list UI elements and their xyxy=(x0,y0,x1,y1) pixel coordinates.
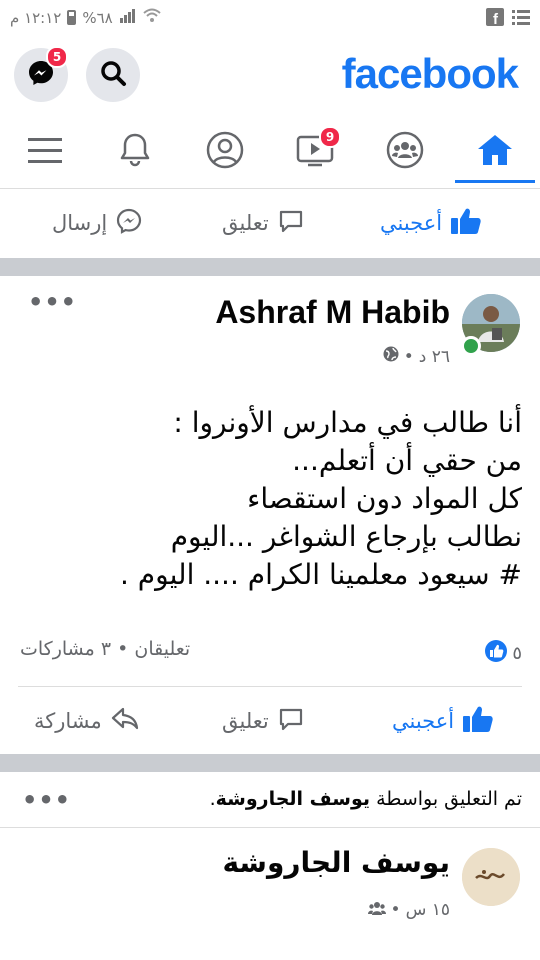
profile-icon xyxy=(206,131,244,173)
comment-icon xyxy=(277,705,305,738)
post-line: # سيعود معلمينا الكرام .... اليوم . xyxy=(119,558,522,591)
share-button[interactable]: مشاركة xyxy=(34,686,140,756)
comment-button[interactable]: تعليق xyxy=(222,188,305,258)
bell-icon xyxy=(118,132,152,172)
search-button[interactable] xyxy=(86,48,140,102)
messenger-badge: 5 xyxy=(46,46,68,68)
battery-icon xyxy=(67,10,77,25)
facebook-app-icon: f xyxy=(486,8,504,30)
online-indicator xyxy=(461,336,481,356)
post-options-icon[interactable]: ••• xyxy=(22,786,71,814)
tab-menu[interactable] xyxy=(20,130,70,174)
comment-button[interactable]: تعليق xyxy=(222,686,305,756)
previous-post-actions: إرسال تعليق أعجبني xyxy=(0,188,540,258)
status-right: f xyxy=(486,8,530,30)
reaction-summary[interactable]: ٥ xyxy=(485,640,522,667)
like-button[interactable]: أعجبني xyxy=(392,686,494,756)
post-options-icon[interactable]: ••• xyxy=(28,288,77,316)
post-separator xyxy=(0,258,540,276)
nav-tabs: 9 xyxy=(0,118,540,189)
post-card: ••• Ashraf M Habib ٢٦ د • أنا طالب في مد… xyxy=(0,276,540,754)
active-tab-indicator xyxy=(455,180,535,183)
context-name[interactable]: يوسف الجاروشة xyxy=(216,788,370,810)
like-label: أعجبني xyxy=(380,211,443,235)
post-body: أنا طالب في مدارس الأونروا : من حقي أن أ… xyxy=(120,404,522,594)
comment-label: تعليق xyxy=(222,709,269,733)
next-post-card: ••• تم التعليق بواسطة يوسف الجاروشة. يوس… xyxy=(0,772,540,960)
post-time[interactable]: ٢٦ د xyxy=(419,347,450,367)
post-time[interactable]: ١٥ س xyxy=(406,900,450,920)
menu-icon xyxy=(28,137,62,167)
avatar[interactable] xyxy=(462,848,520,906)
post-line: من حقي أن أتعلم... xyxy=(292,444,522,477)
share-icon xyxy=(110,706,140,737)
post-line: أنا طالب في مدارس الأونروا : xyxy=(173,406,522,439)
post-stats[interactable]: تعليقان • ٣ مشاركات xyxy=(20,638,190,660)
tab-groups[interactable] xyxy=(380,130,430,174)
groups-icon xyxy=(386,131,424,173)
thumbs-up-icon xyxy=(462,704,494,739)
list-icon xyxy=(512,9,530,29)
comment-label: تعليق xyxy=(222,211,269,235)
battery-level: %٦٨ xyxy=(82,8,113,27)
tab-watch[interactable]: 9 xyxy=(290,126,341,174)
divider xyxy=(0,827,540,828)
like-button[interactable]: أعجبني xyxy=(380,188,482,258)
status-left: ١٢:١٢ م %٦٨ xyxy=(10,8,161,27)
reaction-count: ٥ xyxy=(512,643,522,664)
send-label: إرسال xyxy=(52,211,108,235)
post-line: كل المواد دون استقصاء xyxy=(247,482,522,515)
post-separator xyxy=(0,754,540,772)
messenger-outline-icon xyxy=(115,207,143,240)
home-icon xyxy=(476,133,514,171)
status-bar: ١٢:١٢ م %٦٨ f xyxy=(0,0,540,36)
comment-icon xyxy=(277,207,305,240)
send-button[interactable]: إرسال xyxy=(52,188,143,258)
messenger-button[interactable]: 5 xyxy=(14,46,68,102)
status-time: ١٢:١٢ م xyxy=(10,8,62,27)
like-label: أعجبني xyxy=(392,709,455,733)
post-meta: ٢٦ د • xyxy=(383,346,450,367)
share-label: مشاركة xyxy=(34,709,102,733)
thumbs-up-icon xyxy=(450,206,482,241)
tab-profile[interactable] xyxy=(200,130,250,174)
post-line: نطالب بإرجاع الشواغر ...اليوم xyxy=(170,520,522,553)
friends-icon xyxy=(367,900,386,920)
like-reaction-icon xyxy=(485,640,508,667)
post-author[interactable]: Ashraf M Habib xyxy=(215,294,450,331)
post-author[interactable]: يوسف الجاروشة xyxy=(222,846,450,879)
activity-context: تم التعليق بواسطة يوسف الجاروشة. xyxy=(209,788,522,810)
tab-home[interactable] xyxy=(470,130,520,174)
watch-badge: 9 xyxy=(319,126,341,148)
globe-icon xyxy=(383,346,399,367)
tab-notifications[interactable] xyxy=(110,130,160,174)
signal-icon xyxy=(119,8,137,27)
post-meta: ١٥ س • xyxy=(367,900,450,920)
context-prefix: تم التعليق بواسطة xyxy=(376,788,522,810)
wifi-icon xyxy=(143,8,161,27)
facebook-logo[interactable]: facebook xyxy=(342,50,519,98)
search-icon xyxy=(99,59,127,91)
post-actions: مشاركة تعليق أعجبني xyxy=(0,686,540,756)
app-header: 5 facebook xyxy=(0,36,540,114)
